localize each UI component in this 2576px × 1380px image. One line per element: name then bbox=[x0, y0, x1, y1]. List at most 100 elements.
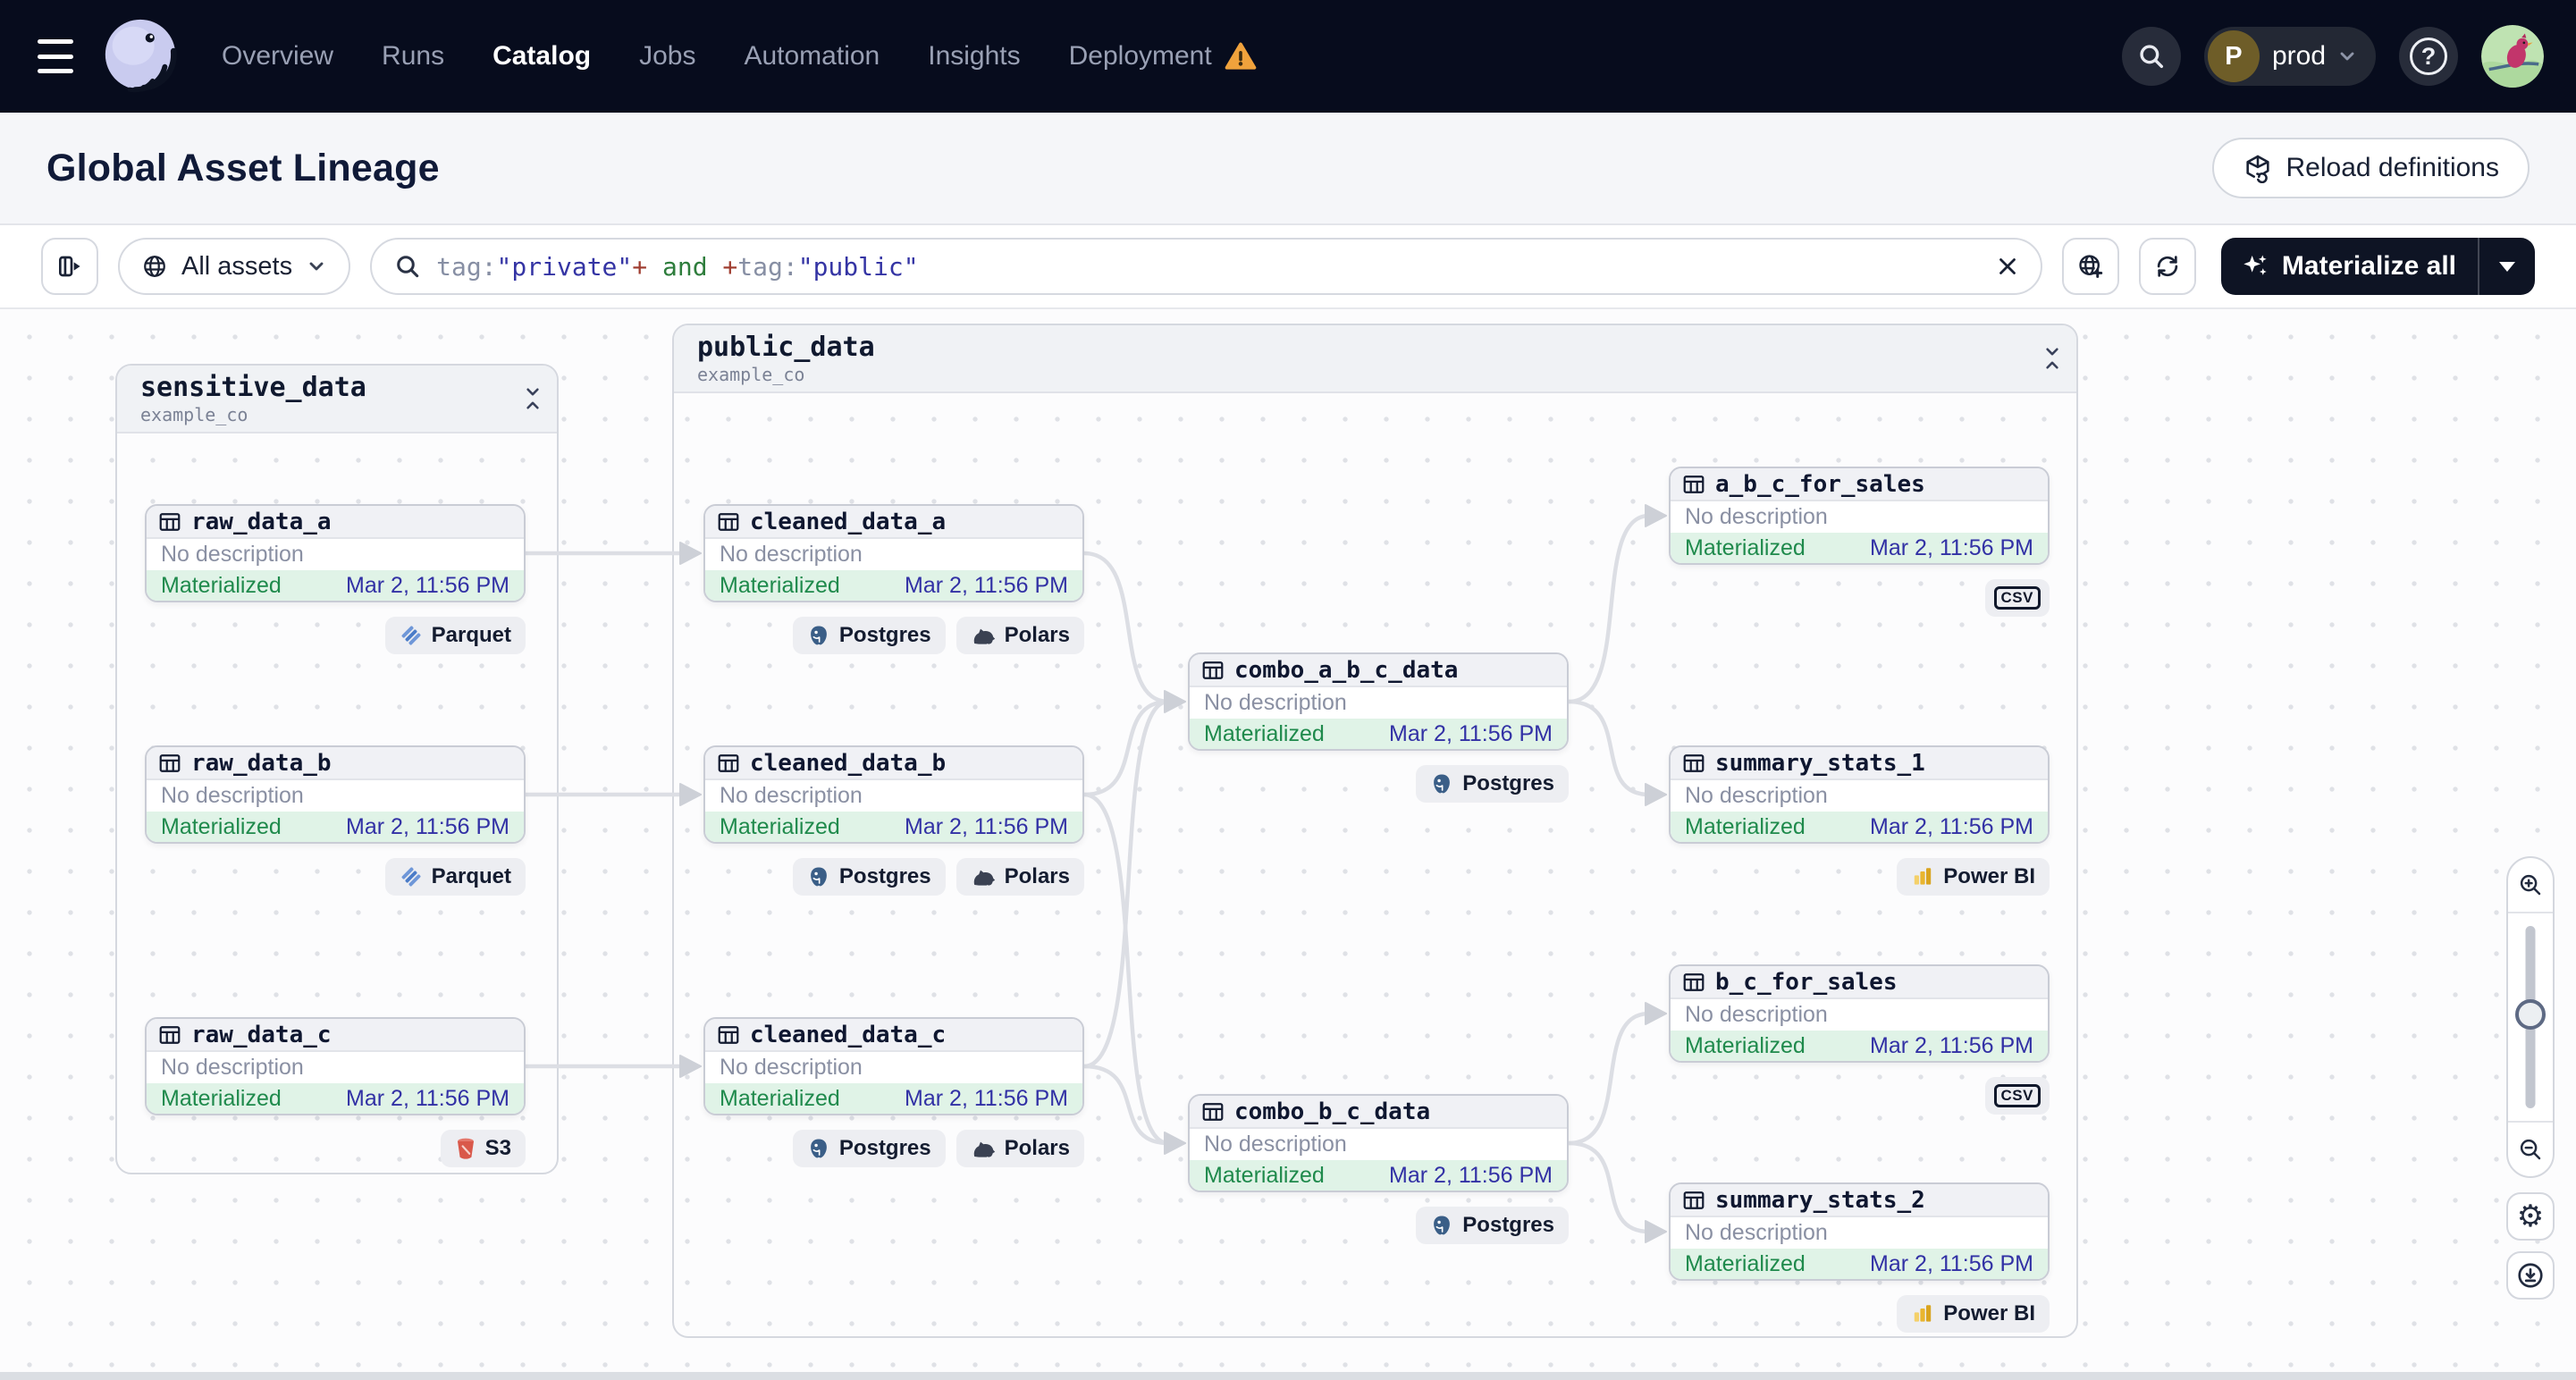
asset-name: raw_data_b bbox=[191, 749, 332, 777]
dagster-logo-icon[interactable] bbox=[98, 14, 182, 98]
s3-icon bbox=[455, 1137, 476, 1160]
help-button[interactable]: ? bbox=[2399, 27, 2458, 86]
chevron-down-icon bbox=[309, 262, 324, 271]
nav-item-catalog[interactable]: Catalog bbox=[492, 41, 591, 72]
horizontal-scrollbar[interactable] bbox=[0, 1372, 2576, 1380]
asset-node-raw_data_b[interactable]: raw_data_b No description Materialized Mar … bbox=[145, 745, 526, 844]
collapse-group-button[interactable] bbox=[523, 386, 543, 411]
asset-node-summary_stats_1[interactable]: summary_stats_1 No description Materialize… bbox=[1669, 745, 2050, 844]
warning-icon bbox=[1225, 42, 1257, 70]
asset-node-summary_stats_2[interactable]: summary_stats_2 No description Materialize… bbox=[1669, 1182, 2050, 1281]
asset-node-b_c_for_sales[interactable]: b_c_for_sales No description Materialized M… bbox=[1669, 964, 2050, 1063]
materialized-timestamp: Mar 2, 11:56 PM bbox=[346, 813, 509, 839]
group-subtitle: example_co bbox=[140, 403, 248, 425]
lineage-canvas[interactable]: sensitive_data example_co public_data ex… bbox=[0, 311, 2576, 1380]
materialized-timestamp: Mar 2, 11:56 PM bbox=[1389, 1162, 1553, 1188]
zoom-in-button[interactable] bbox=[2508, 858, 2553, 913]
dagster-app: Overview Runs Catalog Jobs Automation In… bbox=[0, 0, 2576, 1380]
parquet-icon bbox=[400, 865, 423, 888]
asset-node-raw_data_a[interactable]: raw_data_a No description Materialized Mar … bbox=[145, 504, 526, 602]
materialize-all-button[interactable]: Materialize all bbox=[2221, 238, 2478, 295]
asset-status-row: Materialized Mar 2, 11:56 PM bbox=[1671, 812, 2048, 842]
materialize-options-button[interactable] bbox=[2479, 238, 2535, 295]
panel-expand-icon bbox=[59, 256, 80, 277]
nav-item-overview[interactable]: Overview bbox=[222, 41, 333, 72]
asset-node-header: summary_stats_1 bbox=[1671, 747, 2048, 780]
materialized-timestamp: Mar 2, 11:56 PM bbox=[905, 813, 1068, 839]
postgres-badge: Postgres bbox=[1416, 765, 1569, 803]
nav-item-label: Automation bbox=[744, 41, 880, 71]
asset-name: cleaned_data_b bbox=[750, 749, 947, 777]
nav-item-jobs[interactable]: Jobs bbox=[639, 41, 695, 72]
asset-badges: CSV bbox=[1669, 579, 2050, 617]
download-icon bbox=[2518, 1263, 2543, 1288]
reload-definitions-button[interactable]: Reload definitions bbox=[2211, 138, 2530, 198]
materialize-all-split-button: Materialize all bbox=[2220, 238, 2535, 295]
nav-item-automation[interactable]: Automation bbox=[744, 41, 880, 72]
postgres-icon bbox=[1430, 772, 1453, 795]
nav-item-insights[interactable]: Insights bbox=[928, 41, 1020, 72]
deployment-switcher[interactable]: P prod bbox=[2203, 27, 2376, 86]
asset-node-cleaned_data_b[interactable]: cleaned_data_b No description Materialized… bbox=[703, 745, 1084, 844]
materialized-status: Materialized bbox=[1685, 813, 1806, 839]
asset-scope-select[interactable]: All assets bbox=[118, 238, 351, 295]
group-subtitle: example_co bbox=[697, 363, 805, 385]
badge-label: Postgres bbox=[838, 1136, 931, 1160]
view-global-lineage-button[interactable] bbox=[2061, 238, 2119, 295]
polars-badge: Polars bbox=[955, 858, 1084, 896]
asset-badges: S3 bbox=[145, 1130, 526, 1167]
global-search-button[interactable] bbox=[2121, 27, 2181, 86]
zoom-slider[interactable] bbox=[2508, 913, 2553, 1121]
asset-node-a_b_c_for_sales[interactable]: a_b_c_for_sales No description Materialize… bbox=[1669, 467, 2050, 565]
asset-node-combo_b_c_data[interactable]: combo_b_c_data No description Materialized… bbox=[1188, 1094, 1569, 1192]
help-icon: ? bbox=[2410, 38, 2447, 75]
powerbi-icon bbox=[1911, 1302, 1934, 1325]
env-initial: P bbox=[2225, 41, 2243, 71]
asset-node-header: b_c_for_sales bbox=[1671, 966, 2048, 999]
asset-node-cleaned_data_a[interactable]: cleaned_data_a No description Materialized… bbox=[703, 504, 1084, 602]
collapse-icon bbox=[526, 388, 539, 409]
nav-item-deployment[interactable]: Deployment bbox=[1069, 41, 1257, 72]
polars-badge: Polars bbox=[955, 617, 1084, 654]
asset-badges: Postgres bbox=[1188, 1207, 1569, 1244]
chevron-down-icon bbox=[2340, 52, 2354, 61]
asset-node-header: raw_data_a bbox=[147, 506, 524, 539]
graph-settings-button[interactable]: ⚙ bbox=[2506, 1192, 2555, 1241]
refresh-button[interactable] bbox=[2138, 238, 2196, 295]
menu-hamburger-button[interactable] bbox=[30, 36, 80, 77]
nav-item-label: Catalog bbox=[492, 41, 592, 71]
zoom-control-panel bbox=[2506, 856, 2555, 1178]
asset-status-row: Materialized Mar 2, 11:56 PM bbox=[705, 812, 1082, 842]
clear-search-button[interactable] bbox=[1994, 253, 2021, 280]
badge-label: Postgres bbox=[1462, 771, 1554, 795]
refresh-icon bbox=[2157, 256, 2178, 277]
zoom-slider-thumb[interactable] bbox=[2515, 999, 2546, 1030]
nav-item-label: Insights bbox=[928, 41, 1021, 71]
asset-description: No description bbox=[720, 542, 863, 567]
asset-description: No description bbox=[161, 542, 304, 567]
materialized-timestamp: Mar 2, 11:56 PM bbox=[1870, 1250, 2033, 1276]
nav-item-runs[interactable]: Runs bbox=[382, 41, 444, 72]
table-icon bbox=[159, 1025, 181, 1044]
asset-node-raw_data_c[interactable]: raw_data_c No description Materialized Mar … bbox=[145, 1017, 526, 1115]
asset-search-input[interactable]: tag:"private"+ and +tag:"public" bbox=[370, 238, 2042, 295]
user-avatar[interactable] bbox=[2481, 25, 2544, 88]
materialized-timestamp: Mar 2, 11:56 PM bbox=[905, 1085, 1068, 1111]
asset-node-cleaned_data_c[interactable]: cleaned_data_c No description Materialized… bbox=[703, 1017, 1084, 1115]
table-icon bbox=[159, 512, 181, 531]
asset-node-combo_a_b_c_data[interactable]: combo_a_b_c_data No description Materializ… bbox=[1188, 652, 1569, 751]
zoom-out-button[interactable] bbox=[2508, 1121, 2553, 1176]
top-nav: Overview Runs Catalog Jobs Automation In… bbox=[0, 0, 2576, 113]
csv-badge: CSV bbox=[1984, 1077, 2050, 1115]
query-segment-key: tag: bbox=[737, 251, 798, 282]
open-side-panel-button[interactable] bbox=[41, 238, 98, 295]
csv-icon: CSV bbox=[1993, 585, 2041, 610]
primary-nav: Overview Runs Catalog Jobs Automation In… bbox=[222, 41, 1257, 72]
download-graph-button[interactable] bbox=[2506, 1251, 2555, 1300]
materialized-timestamp: Mar 2, 11:56 PM bbox=[1870, 534, 2033, 560]
postgres-icon bbox=[807, 865, 830, 888]
asset-scope-label: All assets bbox=[181, 251, 293, 281]
asset-status-row: Materialized Mar 2, 11:56 PM bbox=[1671, 1249, 2048, 1279]
collapse-group-button[interactable] bbox=[2042, 346, 2062, 371]
postgres-icon bbox=[1430, 1214, 1453, 1237]
